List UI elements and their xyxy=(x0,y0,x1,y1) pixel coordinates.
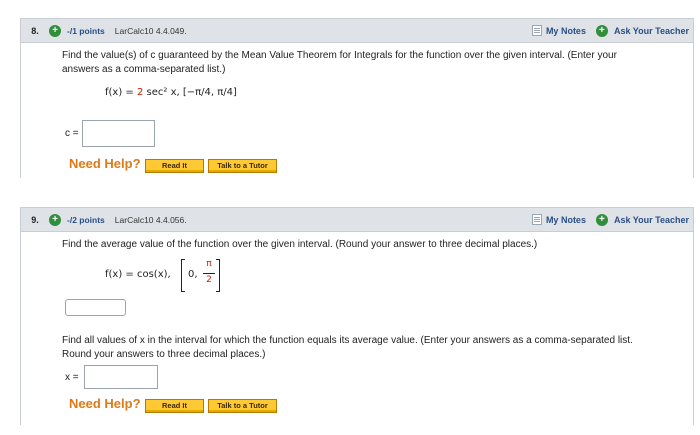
talk-to-tutor-button[interactable]: Talk to a Tutor xyxy=(208,159,277,173)
function-formula: f(x) = cos(x), xyxy=(105,269,171,280)
ask-teacher-link[interactable]: Ask Your Teacher xyxy=(614,26,689,36)
need-help-label: Need Help? xyxy=(69,156,141,171)
ask-teacher-link[interactable]: Ask Your Teacher xyxy=(614,215,689,225)
plus-circle-icon[interactable]: + xyxy=(595,24,608,37)
interval-numerator: π xyxy=(206,259,212,269)
interval-denominator: 2 xyxy=(206,275,212,285)
notes-icon[interactable] xyxy=(531,214,542,225)
notes-icon[interactable] xyxy=(531,25,542,36)
read-it-button[interactable]: Read It xyxy=(145,399,204,413)
formula-rest: sec² x, [−π/4, π/4] xyxy=(143,87,237,98)
plus-circle-icon[interactable]: + xyxy=(49,213,61,226)
function-formula: f(x) = 2 sec² x, [−π/4, π/4] xyxy=(105,87,237,98)
need-help-label: Need Help? xyxy=(69,396,141,411)
question-8: 8. + -/1 points LarCalc10 4.4.049. My No… xyxy=(20,18,694,178)
points-label: -/1 points xyxy=(67,25,105,36)
question-prompt: Find the value(s) of c guaranteed by the… xyxy=(62,49,617,77)
question-9: 9. + -/2 points LarCalc10 4.4.056. My No… xyxy=(20,207,694,425)
question-body: Find the value(s) of c guaranteed by the… xyxy=(20,43,694,178)
question-number: 9. xyxy=(31,214,39,225)
source-label: LarCalc10 4.4.056. xyxy=(114,214,187,225)
talk-to-tutor-button[interactable]: Talk to a Tutor xyxy=(208,399,277,413)
plus-circle-icon[interactable]: + xyxy=(595,213,608,226)
read-it-button[interactable]: Read It xyxy=(145,159,204,173)
interval-start: 0, xyxy=(188,269,198,280)
interval-left-bracket xyxy=(181,259,185,292)
question-prompt: Find the average value of the function o… xyxy=(62,239,538,250)
prompt-line: answers as a comma-separated list.) xyxy=(62,64,226,75)
question-prompt-2: Find all values of x in the interval for… xyxy=(62,334,633,362)
question-body: Find the average value of the function o… xyxy=(20,232,694,425)
answer-label: c = xyxy=(65,128,79,139)
interval-right-bracket xyxy=(216,259,220,292)
my-notes-link[interactable]: My Notes xyxy=(546,26,586,36)
question-header: 9. + -/2 points LarCalc10 4.4.056. My No… xyxy=(20,207,694,232)
fraction-bar xyxy=(203,273,215,274)
question-number: 8. xyxy=(31,25,39,36)
formula-lhs: f(x) = xyxy=(105,87,137,98)
average-value-input[interactable] xyxy=(65,299,126,316)
x-values-input[interactable] xyxy=(84,365,158,389)
answer-label: x = xyxy=(65,372,79,383)
plus-circle-icon[interactable]: + xyxy=(49,24,61,37)
prompt-line: Find the value(s) of c guaranteed by the… xyxy=(62,50,617,61)
prompt-line: Round your answers to three decimal plac… xyxy=(62,349,266,360)
source-label: LarCalc10 4.4.049. xyxy=(114,25,187,36)
my-notes-link[interactable]: My Notes xyxy=(546,215,586,225)
points-label: -/2 points xyxy=(67,214,105,225)
answer-input[interactable] xyxy=(82,120,155,147)
question-header: 8. + -/1 points LarCalc10 4.4.049. My No… xyxy=(20,18,694,43)
prompt-line: Find all values of x in the interval for… xyxy=(62,335,633,346)
